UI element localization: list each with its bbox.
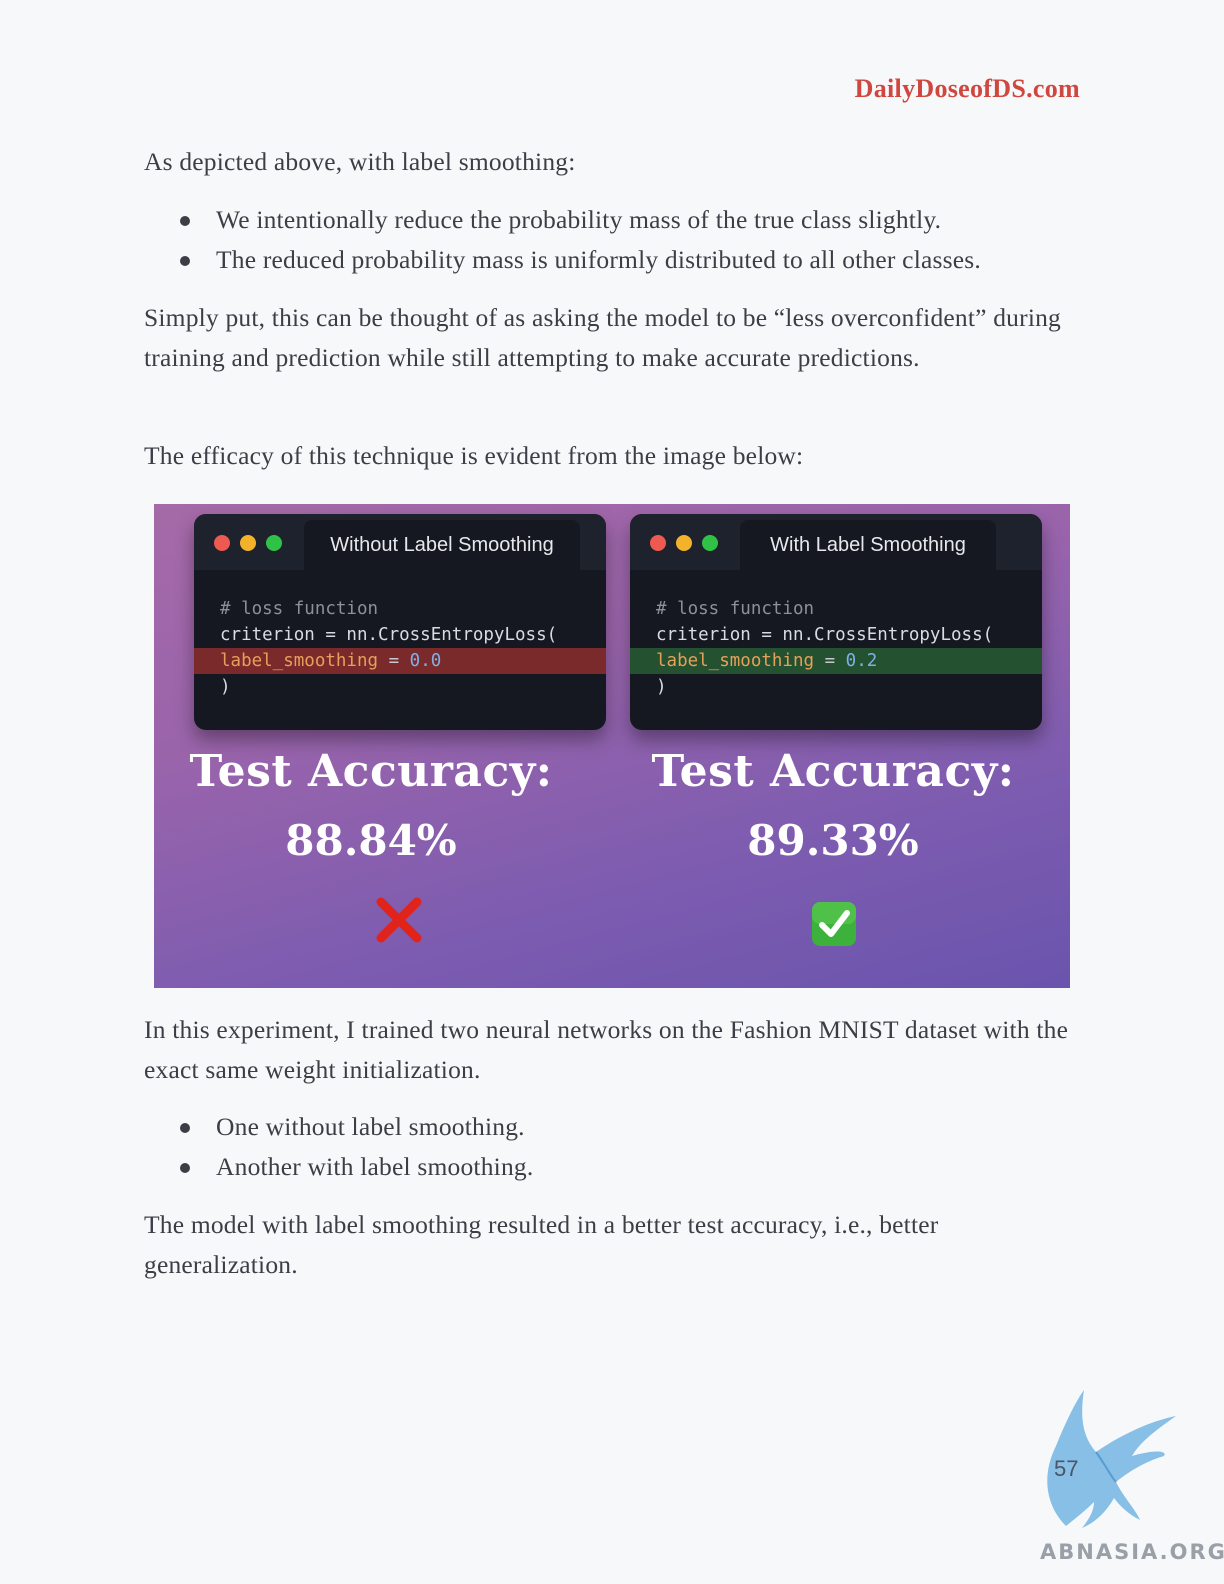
code-line-highlighted: label_smoothing = 0.2: [630, 648, 1042, 674]
code-comment: # loss function: [656, 599, 815, 619]
accuracy-label: Test Accuracy:: [189, 746, 553, 797]
panel-with-smoothing: With Label Smoothing # loss function cri…: [612, 504, 1070, 988]
code-line-highlighted: label_smoothing = 0.0: [194, 648, 606, 674]
window-tab-title: With Label Smoothing: [740, 520, 996, 570]
list-item: Another with label smoothing.: [180, 1147, 1080, 1187]
close-dot-icon: [214, 535, 230, 551]
bullet-list-1: We intentionally reduce the probability …: [180, 200, 1080, 280]
list-item: We intentionally reduce the probability …: [180, 200, 1080, 240]
check-mark-icon: [812, 902, 856, 946]
list-item: One without label smoothing.: [180, 1107, 1080, 1147]
panel-without-smoothing: Without Label Smoothing # loss function …: [154, 504, 612, 988]
code-block: # loss function criterion = nn.CrossEntr…: [630, 596, 1042, 700]
window-titlebar: With Label Smoothing: [630, 514, 1042, 570]
bullet-icon: [180, 216, 190, 226]
page-number: 57: [1054, 1456, 1079, 1481]
bullet-list-2: One without label smoothing. Another wit…: [180, 1107, 1080, 1187]
watermark-text: ABNASIA.ORG: [1040, 1540, 1224, 1564]
list-item: The reduced probability mass is uniforml…: [180, 240, 1080, 280]
code-block: # loss function criterion = nn.CrossEntr…: [194, 596, 606, 700]
close-dot-icon: [650, 535, 666, 551]
code-line: criterion = nn.CrossEntropyLoss(: [656, 625, 994, 645]
cross-mark-icon: [376, 897, 422, 943]
paragraph-overconfident: Simply put, this can be thought of as as…: [144, 303, 1062, 372]
minimize-dot-icon: [676, 535, 692, 551]
minimize-dot-icon: [240, 535, 256, 551]
code-line: ): [656, 677, 667, 697]
maximize-dot-icon: [266, 535, 282, 551]
bullet-icon: [180, 1123, 190, 1133]
accuracy-value: 88.84%: [285, 816, 457, 865]
bullet-icon: [180, 256, 190, 266]
accuracy-label: Test Accuracy:: [651, 746, 1015, 797]
code-line: criterion = nn.CrossEntropyLoss(: [220, 625, 558, 645]
window-titlebar: Without Label Smoothing: [194, 514, 606, 570]
site-name: DailyDoseofDS.com: [854, 74, 1080, 103]
maximize-dot-icon: [702, 535, 718, 551]
bullet-icon: [180, 1163, 190, 1173]
comparison-figure: Without Label Smoothing # loss function …: [154, 504, 1070, 988]
paragraph-efficacy: The efficacy of this technique is eviden…: [144, 441, 804, 470]
code-line: ): [220, 677, 231, 697]
window-tab-title: Without Label Smoothing: [304, 520, 580, 570]
code-window: With Label Smoothing # loss function cri…: [630, 514, 1042, 730]
code-window: Without Label Smoothing # loss function …: [194, 514, 606, 730]
accuracy-value: 89.33%: [747, 816, 919, 865]
paragraph-experiment: In this experiment, I trained two neural…: [144, 1015, 1069, 1084]
paragraph-conclusion: The model with label smoothing resulted …: [144, 1210, 939, 1279]
intro-text: As depicted above, with label smoothing:: [144, 147, 576, 176]
code-comment: # loss function: [220, 599, 379, 619]
